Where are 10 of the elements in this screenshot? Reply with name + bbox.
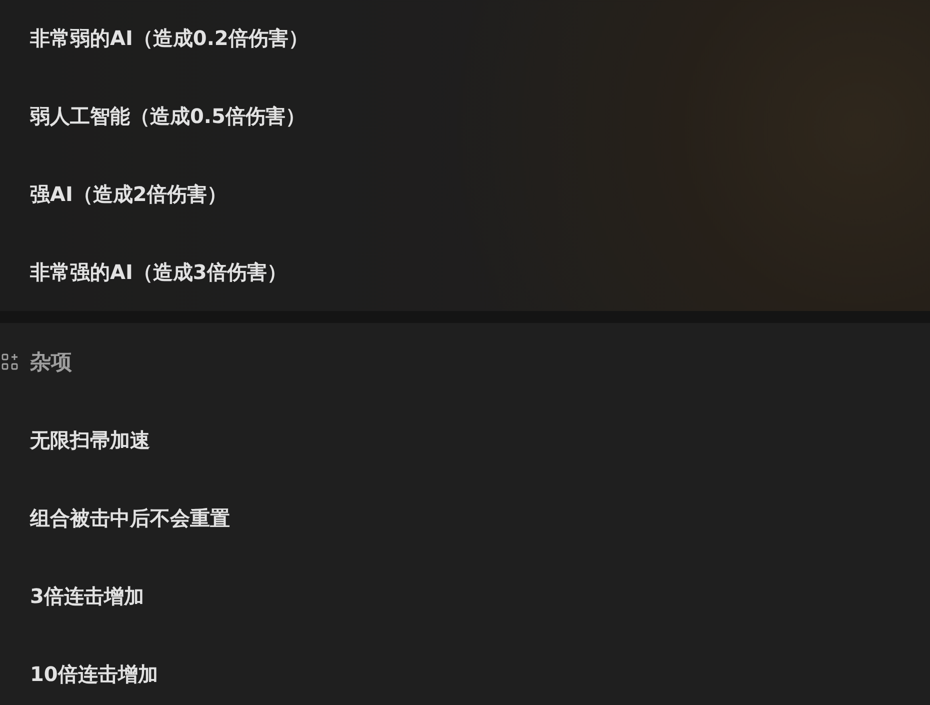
option-item[interactable]: 3倍连击增加: [30, 582, 144, 610]
option-item[interactable]: 无限扫帚加速: [30, 426, 150, 454]
option-item[interactable]: 非常强的AI（造成3倍伤害）: [30, 258, 287, 286]
option-item[interactable]: 10倍连击增加: [30, 660, 158, 688]
section-title: 杂项: [30, 349, 72, 376]
option-item[interactable]: 组合被击中后不会重置: [30, 504, 230, 532]
option-item[interactable]: 弱人工智能（造成0.5倍伤害）: [30, 102, 306, 130]
option-item[interactable]: 非常弱的AI（造成0.2倍伤害）: [30, 24, 308, 52]
option-item[interactable]: 强AI（造成2倍伤害）: [30, 180, 227, 208]
grid-icon: [1, 353, 19, 371]
